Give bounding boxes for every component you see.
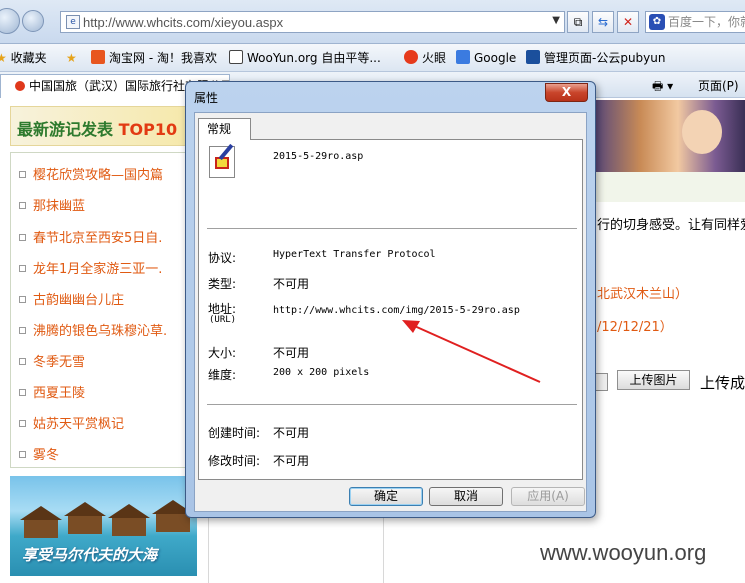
arrow-shaft [409,323,541,383]
tab-general[interactable]: 常规 [198,118,251,140]
annotation-arrow [402,320,541,383]
